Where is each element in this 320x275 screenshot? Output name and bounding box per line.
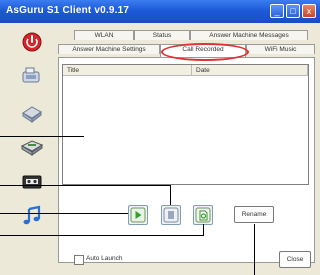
- play-button[interactable]: [128, 205, 148, 225]
- close-window-button[interactable]: x: [302, 4, 316, 18]
- memory-device-icon[interactable]: [20, 101, 44, 124]
- callout-line-stop: [0, 185, 171, 186]
- app-window: AsGuru S1 Client v0.9.17 _ □ x WLAN Stat…: [0, 0, 320, 275]
- tab-wifi-music[interactable]: WiFi Music: [246, 44, 315, 54]
- rename-button[interactable]: Rename: [234, 206, 274, 223]
- auto-launch-checkbox[interactable]: [74, 255, 84, 265]
- phone-device-icon[interactable]: [20, 65, 44, 87]
- highlight-ellipse: [161, 43, 249, 61]
- stop-icon: [163, 207, 179, 223]
- cassette-icon[interactable]: [20, 171, 44, 193]
- callout-line-delete-vert: [203, 224, 204, 236]
- play-icon: [130, 207, 146, 223]
- minimize-button[interactable]: _: [270, 4, 284, 18]
- stop-button[interactable]: [161, 205, 181, 225]
- callout-line-stop-vert: [170, 185, 171, 205]
- title-bar: AsGuru S1 Client v0.9.17 _ □ x: [0, 0, 320, 23]
- column-header-title[interactable]: Title: [63, 65, 192, 76]
- recordings-table[interactable]: Title Date: [62, 64, 309, 185]
- delete-file-icon: [195, 207, 211, 223]
- callout-line-table: [0, 136, 84, 137]
- auto-launch-label: Auto Launch: [86, 255, 123, 262]
- tab-answer-machine-messages[interactable]: Answer Machine Messages: [190, 30, 308, 40]
- drive-icon[interactable]: [20, 135, 44, 157]
- sidebar: [0, 23, 56, 275]
- tab-status[interactable]: Status: [134, 30, 190, 40]
- column-header-date[interactable]: Date: [192, 65, 308, 76]
- callout-line-play: [0, 213, 128, 214]
- tab-wlan[interactable]: WLAN: [74, 30, 134, 40]
- callout-line-rename: [254, 224, 255, 275]
- music-note-icon[interactable]: [20, 205, 44, 227]
- delete-file-button[interactable]: [193, 205, 213, 225]
- tab-answer-machine-settings[interactable]: Answer Machine Settings: [58, 44, 160, 54]
- close-button[interactable]: Close: [279, 251, 311, 268]
- maximize-button[interactable]: □: [286, 4, 300, 18]
- red-power-icon[interactable]: [20, 31, 44, 53]
- callout-line-delete: [0, 235, 204, 236]
- window-title: AsGuru S1 Client v0.9.17: [6, 5, 130, 16]
